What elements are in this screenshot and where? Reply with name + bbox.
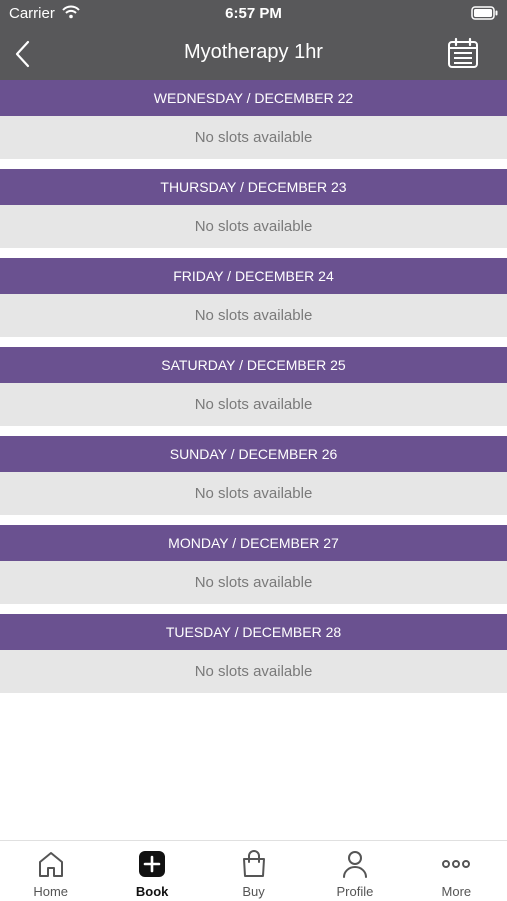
status-bar: Carrier 6:57 PM [0,0,507,28]
page-title: Myotherapy 1hr [184,41,323,63]
day-header: SUNDAY / DECEMBER 26 [0,436,507,472]
home-icon [36,849,66,879]
nav-bar: Myotherapy 1hr [0,28,507,80]
tab-label: More [441,884,472,899]
no-slots-message: No slots available [0,650,507,693]
day-section: WEDNESDAY / DECEMBER 22 No slots availab… [0,80,507,169]
day-header: SATURDAY / DECEMBER 25 [0,347,507,383]
day-header: WEDNESDAY / DECEMBER 22 [0,80,507,116]
day-section: MONDAY / DECEMBER 27 No slots available [0,525,507,614]
tab-book[interactable]: Book [101,841,202,901]
no-slots-message: No slots available [0,116,507,159]
day-section: TUESDAY / DECEMBER 28 No slots available [0,614,507,693]
day-list: WEDNESDAY / DECEMBER 22 No slots availab… [0,80,507,693]
no-slots-message: No slots available [0,472,507,515]
tab-home[interactable]: Home [0,841,101,901]
day-section: FRIDAY / DECEMBER 24 No slots available [0,258,507,347]
day-section: SATURDAY / DECEMBER 25 No slots availabl… [0,347,507,436]
no-slots-message: No slots available [0,383,507,426]
no-slots-message: No slots available [0,561,507,604]
day-header: TUESDAY / DECEMBER 28 [0,614,507,650]
more-icon [441,849,471,879]
tab-label: Buy [242,884,265,899]
no-slots-message: No slots available [0,205,507,248]
day-section: THURSDAY / DECEMBER 23 No slots availabl… [0,169,507,258]
battery-icon [471,6,499,25]
no-slots-message: No slots available [0,294,507,337]
tab-more[interactable]: More [406,841,507,901]
person-icon [340,849,370,879]
tab-label: Book [135,884,169,899]
status-time: 6:57 PM [225,5,282,22]
day-header: FRIDAY / DECEMBER 24 [0,258,507,294]
tab-label: Home [33,884,69,899]
day-header: MONDAY / DECEMBER 27 [0,525,507,561]
tab-buy[interactable]: Buy [203,841,304,901]
calendar-icon[interactable] [447,37,479,69]
day-section: SUNDAY / DECEMBER 26 No slots available [0,436,507,525]
tab-profile[interactable]: Profile [304,841,405,901]
tab-label: Profile [336,884,374,899]
plus-square-icon [137,849,167,879]
shopping-bag-icon [239,849,269,879]
tab-bar: Home Book Buy Profile More [0,840,507,901]
day-header: THURSDAY / DECEMBER 23 [0,169,507,205]
